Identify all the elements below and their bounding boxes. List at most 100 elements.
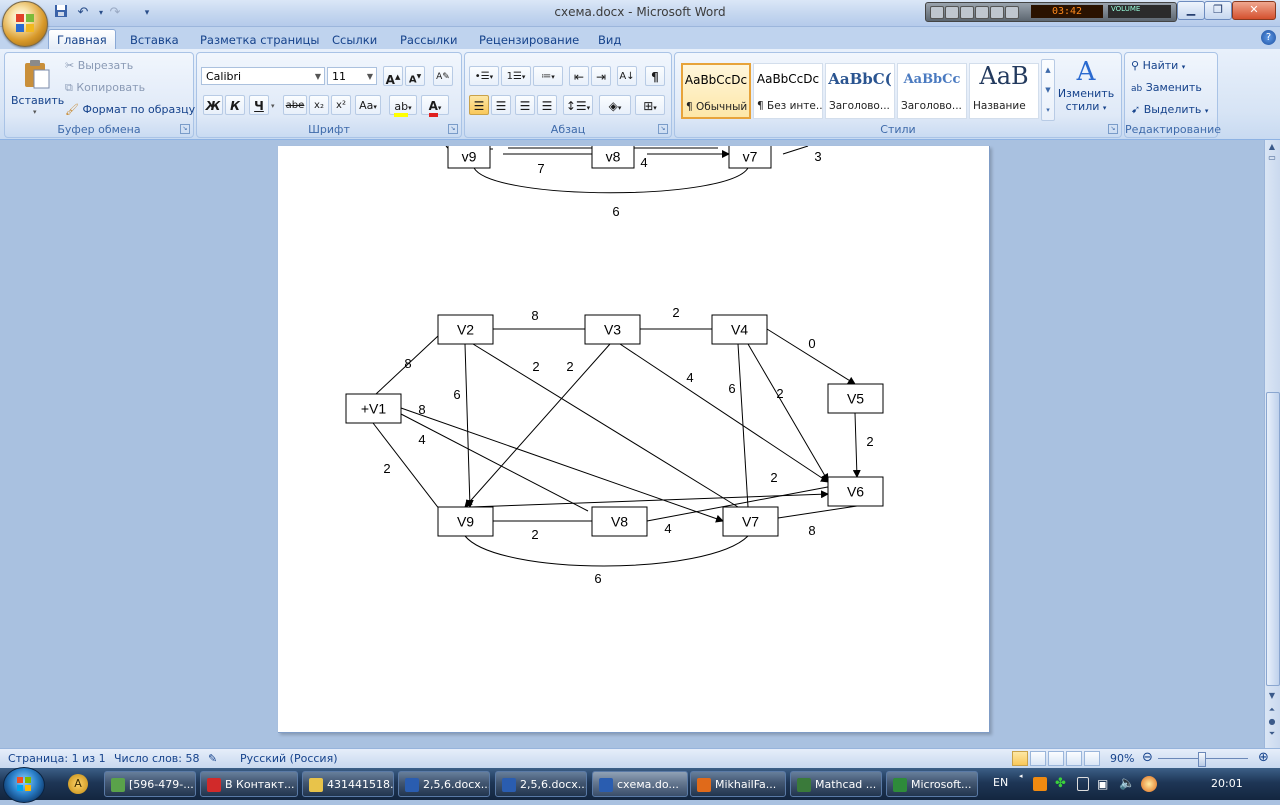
sort-icon[interactable]: A↓ [617, 66, 637, 86]
volume-icon[interactable]: 🔈 [1119, 776, 1135, 791]
paste-button[interactable]: Вставить ▾ [9, 55, 64, 119]
shrink-font-button[interactable]: A▼ [405, 66, 425, 86]
close-button[interactable]: ✕ [1232, 1, 1276, 20]
show-marks-icon[interactable]: ¶ [645, 66, 665, 86]
borders-button[interactable]: ⊞▾ [635, 95, 665, 115]
change-styles-button[interactable]: A Изменить стили ▾ [1057, 57, 1115, 121]
tab-page-layout[interactable]: Разметка страницы [192, 30, 327, 50]
paste-dropdown-icon[interactable]: ▾ [33, 108, 37, 116]
taskbar-item[interactable]: В Контакт... [200, 771, 298, 797]
clipboard-launcher-icon[interactable]: ↘ [180, 124, 190, 134]
tab-view[interactable]: Вид [590, 30, 629, 50]
media-eject-button[interactable] [1005, 6, 1019, 19]
taskbar-item[interactable]: Mathcad ... [790, 771, 882, 797]
paragraph-launcher-icon[interactable]: ↘ [658, 124, 668, 134]
office-button[interactable] [2, 1, 48, 47]
ruler-toggle-icon[interactable]: ▭ [1266, 152, 1278, 164]
taskbar-item[interactable]: 431441518... [302, 771, 394, 797]
multilevel-list-button[interactable]: ≔▾ [533, 66, 563, 86]
underline-button[interactable]: Ч [249, 95, 269, 115]
subscript-button[interactable]: x₂ [309, 95, 329, 115]
select-button[interactable]: ➹ Выделить ▾ [1131, 103, 1208, 116]
tab-insert[interactable]: Вставка [122, 30, 187, 50]
taskbar-item[interactable]: MikhailFa... [690, 771, 786, 797]
style-title[interactable]: AaB Название [969, 63, 1039, 119]
cut-button[interactable]: ✂ Вырезать [65, 59, 133, 72]
scroll-thumb[interactable] [1266, 392, 1280, 686]
styles-launcher-icon[interactable]: ↘ [1108, 124, 1118, 134]
document-page[interactable]: +V1 V2 V3 V4 V5 V6 V7 V8 V9 v9 v8 v7 8 2 0 8 6 2 2 4 6 2 2 8 4 2… [278, 146, 990, 733]
decrease-indent-icon[interactable]: ⇤ [569, 66, 589, 86]
update-icon[interactable] [1141, 776, 1157, 792]
media-pause-button[interactable] [960, 6, 974, 19]
style-no-spacing[interactable]: AaBbCcDc ¶ Без инте... [753, 63, 823, 119]
scroll-down-icon[interactable]: ▼ [1266, 690, 1278, 702]
copy-button[interactable]: ⧉ Копировать [65, 81, 145, 95]
justify-button[interactable]: ☰ [537, 95, 557, 115]
find-button[interactable]: ⚲ Найти ▾ [1131, 59, 1185, 72]
tray-expand-icon[interactable]: ◂ [1019, 772, 1023, 780]
minimize-button[interactable]: ▁ [1177, 1, 1205, 20]
word-count[interactable]: Число слов: 58 [114, 752, 200, 765]
taskbar-item[interactable]: [596-479-... [104, 771, 196, 797]
format-painter-button[interactable]: 🖌 Формат по образцу [65, 103, 195, 116]
style-heading1[interactable]: AaBbC( Заголово... [825, 63, 895, 119]
change-case-button[interactable]: Aa▾ [355, 95, 381, 115]
bold-button[interactable]: Ж [203, 95, 223, 115]
strikethrough-button[interactable]: abe [283, 95, 307, 115]
line-spacing-button[interactable]: ↕☰▾ [563, 95, 593, 115]
clover-icon[interactable]: ✤ [1055, 777, 1069, 791]
numbering-button[interactable]: 1☰▾ [501, 66, 531, 86]
align-center-button[interactable]: ☰ [491, 95, 511, 115]
draft-view-icon[interactable] [1084, 751, 1100, 766]
page-count[interactable]: Страница: 1 из 1 [8, 752, 106, 765]
zoom-in-icon[interactable]: ⊕ [1258, 750, 1269, 765]
print-layout-view-icon[interactable] [1012, 751, 1028, 766]
start-button[interactable] [3, 767, 45, 803]
media-tray-icon[interactable] [1033, 777, 1047, 791]
media-volume[interactable]: VOLUME [1108, 5, 1171, 18]
zoom-level[interactable]: 90% [1110, 752, 1134, 765]
bullets-button[interactable]: •☰▾ [469, 66, 499, 86]
styles-scroll[interactable]: ▲ ▼ ▾ [1041, 59, 1055, 121]
network-icon[interactable]: ▣ [1097, 777, 1108, 791]
taskbar-item[interactable]: 2,5,6.docx... [495, 771, 587, 797]
full-screen-reading-view-icon[interactable] [1030, 751, 1046, 766]
tab-mailings[interactable]: Рассылки [392, 30, 465, 50]
prev-page-icon[interactable]: ⏶ [1266, 704, 1278, 716]
font-color-button[interactable]: A▾ [421, 95, 449, 117]
align-left-button[interactable]: ☰ [469, 95, 489, 115]
italic-button[interactable]: К [225, 95, 245, 115]
taskbar-item[interactable]: 2,5,6.docx... [398, 771, 490, 797]
highlight-button[interactable]: ab▾ [389, 95, 417, 117]
replace-button[interactable]: ab Заменить [1131, 81, 1202, 94]
device-icon[interactable] [1077, 777, 1089, 791]
next-page-icon[interactable]: ⏷ [1266, 728, 1278, 740]
font-name-combo[interactable]: Calibri ▼ [201, 67, 325, 85]
media-play-button[interactable] [945, 6, 959, 19]
font-size-combo[interactable]: 11 ▼ [327, 67, 377, 85]
tab-references[interactable]: Ссылки [324, 30, 385, 50]
superscript-button[interactable]: x² [331, 95, 351, 115]
media-prev-button[interactable] [930, 6, 944, 19]
spelling-check-icon[interactable]: ✎ [208, 752, 217, 765]
zoom-slider-thumb[interactable] [1198, 752, 1206, 767]
taskbar-item[interactable]: схема.do... [592, 771, 688, 797]
grow-font-button[interactable]: A▲ [383, 66, 403, 87]
align-right-button[interactable]: ☰ [515, 95, 535, 115]
underline-dropdown-icon[interactable]: ▾ [271, 102, 275, 110]
clear-format-icon[interactable]: A✎ [433, 66, 453, 86]
style-heading2[interactable]: AaBbCc Заголово... [897, 63, 967, 119]
taskbar-item[interactable]: Microsoft... [886, 771, 978, 797]
tab-home[interactable]: Главная [48, 29, 116, 50]
style-normal[interactable]: AaBbCcDc ¶ Обычный [681, 63, 751, 119]
increase-indent-icon[interactable]: ⇥ [591, 66, 611, 86]
tab-review[interactable]: Рецензирование [471, 30, 587, 50]
outline-view-icon[interactable] [1066, 751, 1082, 766]
restore-button[interactable]: ❐ [1204, 1, 1232, 20]
language-status[interactable]: Русский (Россия) [240, 752, 338, 765]
language-indicator[interactable]: EN [993, 776, 1008, 789]
help-icon[interactable]: ? [1261, 30, 1276, 45]
font-launcher-icon[interactable]: ↘ [448, 124, 458, 134]
select-browse-object-icon[interactable]: ● [1266, 716, 1278, 728]
